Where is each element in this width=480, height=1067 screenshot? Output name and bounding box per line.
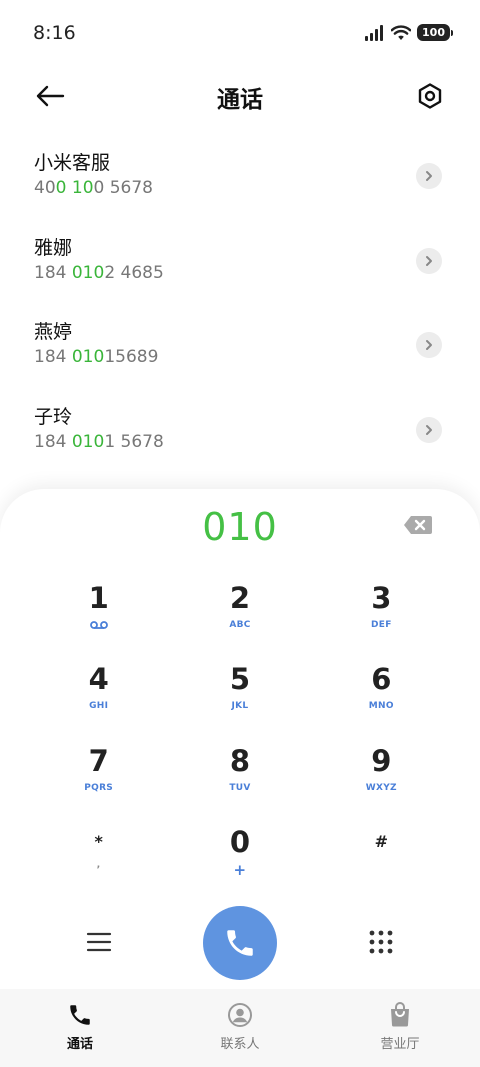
menu-button[interactable] [80, 923, 118, 961]
key-1[interactable]: 1 [28, 581, 169, 662]
contact-name: 小米客服 [34, 152, 111, 174]
phone-icon [227, 930, 253, 956]
chevron-right-icon[interactable] [416, 247, 442, 274]
battery-icon: 100 [417, 24, 453, 41]
key-star[interactable]: * , [28, 825, 169, 906]
chevron-right-icon[interactable] [416, 332, 442, 358]
menu-icon [86, 932, 112, 952]
contact-name: 雅娜 [34, 236, 73, 259]
nav-calls[interactable]: 通话 [0, 989, 160, 1067]
phone-icon [70, 1005, 90, 1025]
status-bar: 8:16 100 [0, 0, 480, 68]
hexagon-settings-icon [418, 83, 442, 109]
key-2[interactable]: 2 ABC [169, 581, 310, 662]
wifi-icon [391, 24, 412, 40]
key-3[interactable]: 3 DEF [311, 581, 452, 662]
key-4[interactable]: 4 GHI [28, 662, 169, 743]
keypad-toggle-button[interactable] [362, 923, 400, 961]
voicemail-icon [89, 621, 108, 629]
result-row[interactable]: 子玲 184 0101 5678 [0, 388, 480, 473]
search-results-list: 小米客服 400 100 5678 雅娜 184 0102 4685 燕婷 18… [0, 134, 480, 472]
contact-name: 子玲 [34, 405, 73, 428]
result-row[interactable]: 小米客服 400 100 5678 [0, 134, 480, 219]
page-title: 通话 [217, 87, 263, 113]
result-row[interactable]: 燕婷 184 01015689 [0, 303, 480, 388]
nav-contacts[interactable]: 联系人 [160, 989, 320, 1067]
nav-label: 营业厅 [380, 1037, 420, 1052]
key-5[interactable]: 5 JKL [169, 662, 310, 743]
shopping-bag-icon [391, 1002, 409, 1027]
result-row[interactable]: 雅娜 184 0102 4685 [0, 219, 480, 304]
key-0[interactable]: 0 + [169, 825, 310, 906]
settings-button[interactable] [410, 76, 450, 116]
contact-number: 400 100 5678 [34, 178, 153, 198]
bottom-nav: 通话 联系人 营业厅 [0, 989, 480, 1067]
nav-label: 通话 [66, 1037, 93, 1052]
key-7[interactable]: 7 PQRS [28, 744, 169, 825]
status-icons: 100 [365, 24, 453, 41]
status-time: 8:16 [33, 22, 76, 44]
contact-icon [228, 1003, 252, 1027]
contact-number: 184 0102 4685 [34, 262, 164, 283]
dialpad: 010 1 2 ABC 3 DEF 4 GHI 5 JKL 6 MNO 7 PQ… [0, 489, 480, 989]
contact-number: 184 0101 5678 [34, 431, 164, 452]
nav-service-hall[interactable]: 营业厅 [320, 989, 480, 1067]
keypad-icon [369, 930, 393, 954]
chevron-right-icon[interactable] [416, 163, 442, 189]
chevron-right-icon[interactable] [416, 416, 442, 443]
signal-icon [365, 24, 384, 41]
nav-label: 联系人 [220, 1037, 260, 1052]
key-6[interactable]: 6 MNO [311, 662, 452, 743]
contact-number: 184 01015689 [34, 347, 159, 367]
dialpad-actions [0, 905, 480, 981]
key-8[interactable]: 8 TUV [169, 744, 310, 825]
key-hash[interactable]: # [311, 825, 452, 906]
backspace-button[interactable] [402, 513, 434, 537]
header: 通话 [0, 68, 480, 124]
contact-name: 燕婷 [34, 321, 73, 343]
key-9[interactable]: 9 WXYZ [311, 744, 452, 825]
keypad-grid: 1 2 ABC 3 DEF 4 GHI 5 JKL 6 MNO 7 PQRS 8… [28, 581, 452, 906]
call-button[interactable] [203, 906, 277, 980]
backspace-icon [404, 516, 432, 534]
